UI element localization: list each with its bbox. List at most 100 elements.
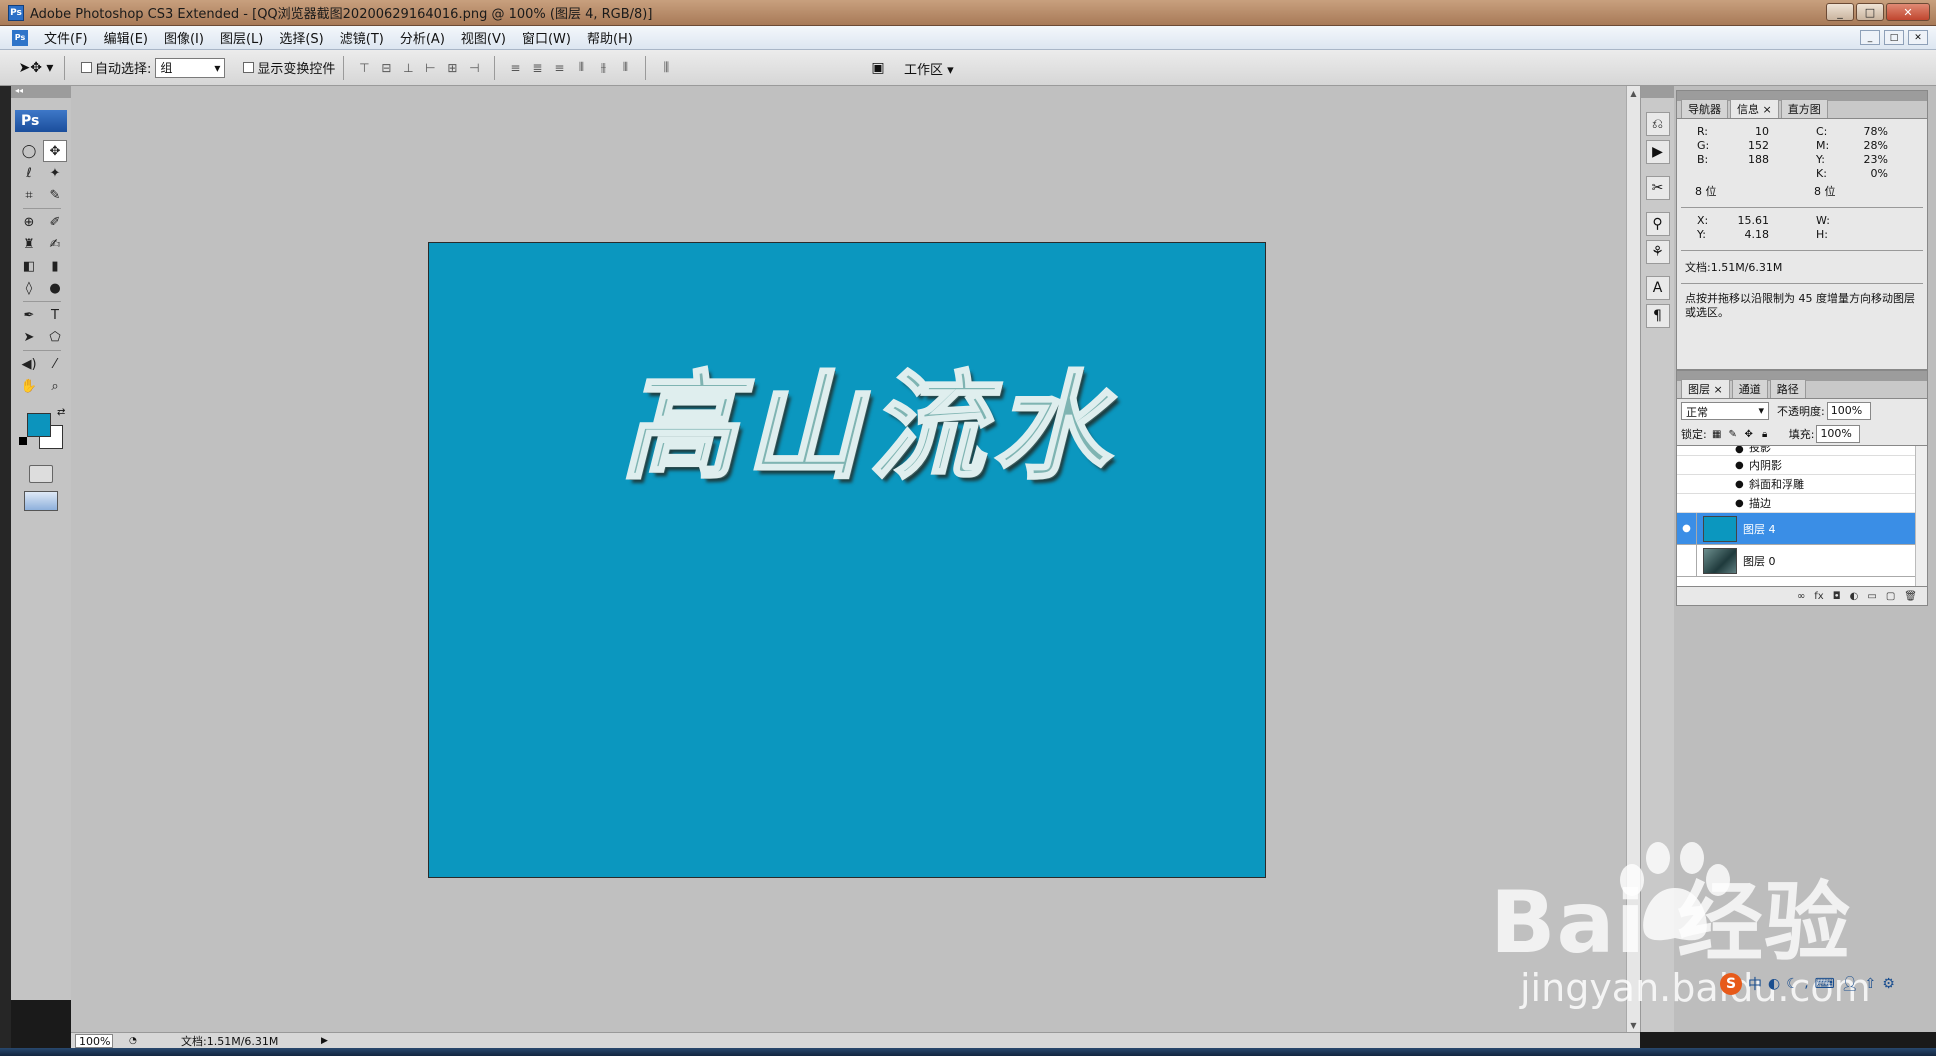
menu-filter[interactable]: 滤镜(T)	[332, 28, 392, 47]
swap-colors-icon[interactable]: ⇄	[57, 407, 65, 418]
slice-icon[interactable]: ✎	[43, 184, 67, 206]
lock-all-icon[interactable]: 🔒︎	[1759, 428, 1771, 440]
lock-position-icon[interactable]: ✥	[1743, 428, 1755, 440]
dock-grip[interactable]	[1641, 86, 1674, 98]
link-icon[interactable]: ∞	[1797, 591, 1805, 602]
menu-help[interactable]: 帮助(H)	[579, 28, 641, 47]
distribute-vcenter-icon[interactable]: ≣	[529, 60, 545, 76]
marquee-icon[interactable]: ◯	[17, 140, 41, 162]
blur-icon[interactable]: ◊	[17, 277, 41, 299]
fx-icon[interactable]: fx	[1814, 591, 1823, 602]
bridge-icon[interactable]: ▣	[866, 58, 890, 78]
layers-scrollbar[interactable]	[1915, 446, 1927, 586]
history-brush-icon[interactable]: ✍	[43, 233, 67, 255]
close-button[interactable]: ✕	[1886, 3, 1930, 21]
distribute-hcenter-icon[interactable]: ⫵	[595, 60, 611, 76]
paragraph-panel-icon[interactable]: ¶	[1645, 304, 1670, 328]
doc-minimize-button[interactable]: _	[1860, 30, 1880, 45]
lock-transparency-icon[interactable]: ▦	[1711, 428, 1723, 440]
ime-chinese-icon[interactable]: 中	[1748, 974, 1762, 994]
scroll-down-icon[interactable]: ▼	[1627, 1018, 1640, 1032]
auto-select-dropdown[interactable]: 组 ▾	[155, 57, 226, 78]
eye-icon[interactable]: ●	[1735, 446, 1749, 455]
user-icon[interactable]: 👤︎	[1841, 976, 1859, 992]
group-icon[interactable]: ▭	[1867, 591, 1876, 602]
history-panel-icon[interactable]: ⎌	[1645, 112, 1670, 136]
align-right-icon[interactable]: ⊣	[466, 60, 482, 76]
checkbox-box[interactable]	[243, 62, 255, 73]
clone-source-icon[interactable]: ⚘	[1645, 240, 1670, 264]
layer-row[interactable]: 图层 0	[1677, 544, 1927, 577]
lasso-icon[interactable]: ℓ	[17, 162, 41, 184]
align-hcenter-icon[interactable]: ⊞	[444, 60, 460, 76]
menu-file[interactable]: 文件(F)	[36, 28, 96, 47]
shape-icon[interactable]: ⬠	[43, 326, 67, 348]
move-icon[interactable]: ✥	[43, 140, 67, 162]
ime-s-icon[interactable]: S	[1720, 973, 1742, 995]
document-icon[interactable]: Ps	[12, 29, 28, 46]
trash-icon[interactable]: 🗑︎	[1904, 591, 1917, 602]
zoom-field[interactable]: 100%	[75, 1033, 113, 1048]
distribute-top-icon[interactable]: ≡	[507, 60, 523, 76]
tool-preset-picker[interactable]: ➤✥ ▾	[16, 56, 56, 80]
menu-image[interactable]: 图像(I)	[156, 28, 212, 47]
tab-histogram[interactable]: 直方图	[1780, 99, 1828, 118]
zoom-icon[interactable]: ⌕	[43, 375, 67, 397]
clone-stamp-icon[interactable]: ♜	[17, 233, 41, 255]
lock-pixels-icon[interactable]: ✎	[1727, 428, 1739, 440]
upload-icon[interactable]: ⇧	[1865, 976, 1877, 992]
workspace-menu[interactable]: 工作区 ▾	[904, 59, 954, 78]
menu-view[interactable]: 视图(V)	[453, 28, 514, 47]
minimize-button[interactable]: _	[1826, 3, 1854, 21]
audio-annotation-icon[interactable]: ◀)	[17, 353, 41, 375]
document-canvas[interactable]: 高山流水	[428, 242, 1266, 878]
type-icon[interactable]: T	[43, 304, 67, 326]
default-colors-icon[interactable]	[19, 437, 27, 445]
tab-layers[interactable]: 图层 ×	[1681, 379, 1730, 398]
menu-layer[interactable]: 图层(L)	[212, 28, 271, 47]
align-bottom-icon[interactable]: ⊥	[400, 60, 416, 76]
gradient-icon[interactable]: ▮	[43, 255, 67, 277]
layer-visibility-eye-icon[interactable]: ●	[1677, 512, 1697, 545]
foreground-color-swatch[interactable]	[27, 413, 51, 437]
effect-row[interactable]: ● 斜面和浮雕	[1677, 475, 1927, 494]
comma-icon[interactable]: ⸴	[1805, 975, 1809, 994]
tab-info[interactable]: 信息 ×	[1730, 99, 1779, 118]
checkbox-box[interactable]	[81, 62, 92, 73]
align-top-icon[interactable]: ⊤	[356, 60, 372, 76]
status-menu-arrow-icon[interactable]: ▶	[321, 1036, 328, 1046]
keyboard-icon[interactable]: ⌨	[1815, 976, 1835, 992]
tab-channels[interactable]: 通道	[1731, 379, 1768, 398]
show-transform-checkbox[interactable]: 显示变换控件	[243, 58, 335, 77]
layer-visibility-toggle[interactable]	[1677, 544, 1697, 577]
path-selection-icon[interactable]: ➤	[17, 326, 41, 348]
magic-wand-icon[interactable]: ✦	[43, 162, 67, 184]
opacity-field[interactable]: 100%	[1826, 402, 1871, 420]
scroll-up-icon[interactable]: ▲	[1627, 86, 1640, 100]
distribute-bottom-icon[interactable]: ≡	[551, 60, 567, 76]
distribute-right-icon[interactable]: ⫴	[617, 60, 633, 76]
align-vcenter-icon[interactable]: ⊟	[378, 60, 394, 76]
tools-icon[interactable]: ⚙	[1882, 976, 1895, 992]
fill-field[interactable]: 100%	[1816, 425, 1861, 443]
eye-icon[interactable]: ●	[1735, 498, 1749, 509]
toolbox-grip[interactable]: ◂◂	[11, 86, 71, 98]
menu-window[interactable]: 窗口(W)	[514, 28, 579, 47]
eye-icon[interactable]: ●	[1735, 460, 1749, 471]
menu-analysis[interactable]: 分析(A)	[392, 28, 453, 47]
menu-edit[interactable]: 编辑(E)	[96, 28, 156, 47]
character-panel-icon[interactable]: A	[1645, 276, 1670, 300]
effect-row[interactable]: ● 内阴影	[1677, 456, 1927, 475]
status-options-icon[interactable]: ◔	[129, 1036, 141, 1046]
punctuation-icon[interactable]: ◐	[1768, 976, 1780, 992]
effect-row[interactable]: ● 描边	[1677, 494, 1927, 513]
crop-icon[interactable]: ⌗	[17, 184, 41, 206]
blend-mode-dropdown[interactable]: 正常 ▾	[1681, 402, 1769, 420]
adjustment-icon[interactable]: ◐	[1850, 591, 1859, 602]
align-left-icon[interactable]: ⊢	[422, 60, 438, 76]
screen-mode-button[interactable]	[24, 491, 58, 511]
menu-select[interactable]: 选择(S)	[271, 28, 331, 47]
actions-panel-icon[interactable]: ▶	[1645, 140, 1670, 164]
effect-row[interactable]: ● 投影	[1677, 446, 1927, 456]
auto-align-layers-icon[interactable]: ⫼	[658, 60, 674, 76]
